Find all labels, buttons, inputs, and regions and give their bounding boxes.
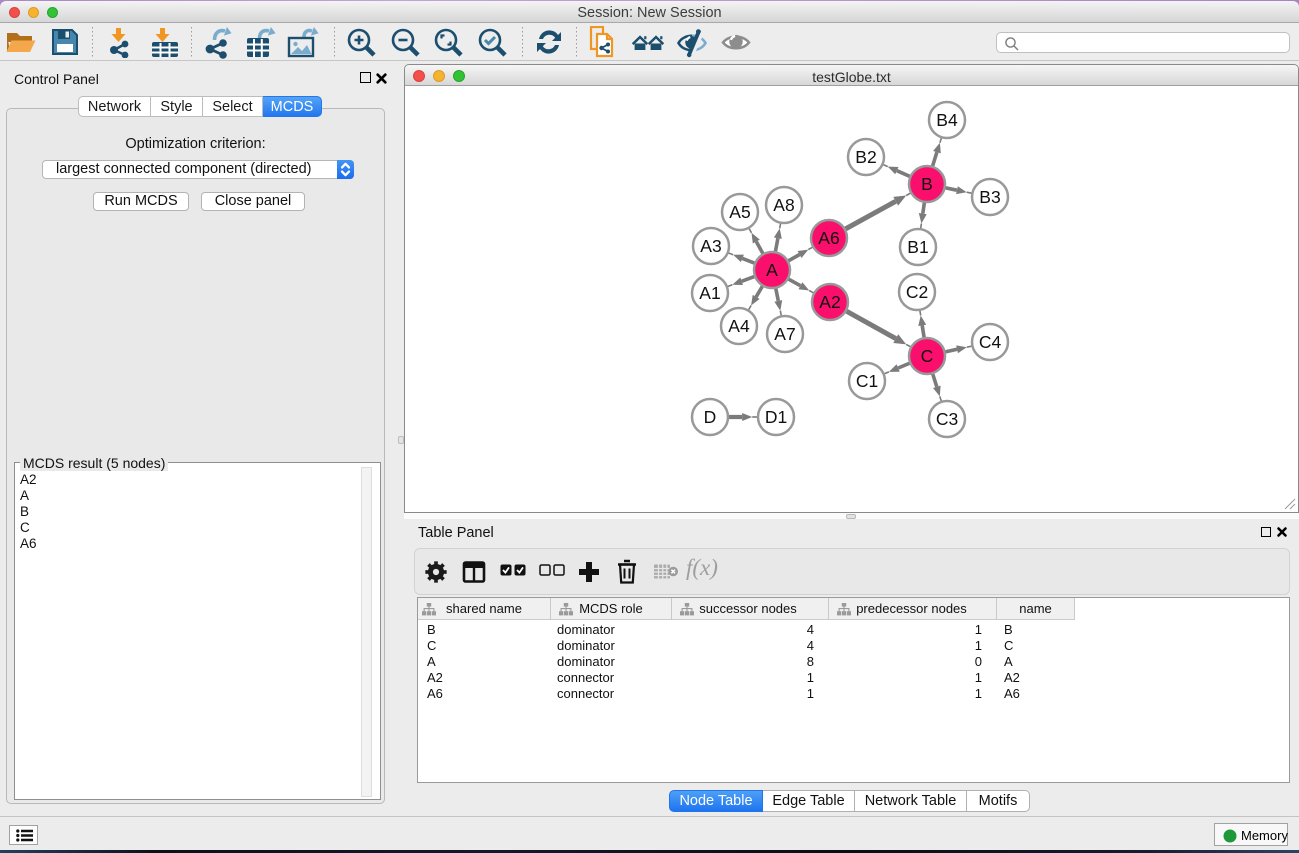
svg-text:A6: A6: [818, 228, 839, 248]
svg-text:A8: A8: [773, 195, 794, 215]
svg-text:D: D: [704, 407, 717, 427]
svg-text:A: A: [766, 260, 778, 280]
svg-text:B3: B3: [979, 187, 1000, 207]
svg-text:B4: B4: [936, 110, 958, 130]
svg-text:A1: A1: [699, 283, 720, 303]
svg-text:C3: C3: [936, 409, 958, 429]
svg-text:B: B: [921, 174, 933, 194]
svg-text:C4: C4: [979, 332, 1002, 352]
svg-text:A4: A4: [728, 316, 750, 336]
svg-text:A3: A3: [700, 236, 721, 256]
svg-text:C1: C1: [856, 371, 878, 391]
svg-text:C: C: [921, 346, 934, 366]
svg-text:A2: A2: [819, 292, 840, 312]
svg-text:C2: C2: [906, 282, 928, 302]
svg-text:D1: D1: [765, 407, 787, 427]
svg-text:B2: B2: [855, 147, 876, 167]
svg-text:B1: B1: [907, 237, 928, 257]
svg-text:A7: A7: [774, 324, 795, 344]
svg-text:A5: A5: [729, 202, 750, 222]
